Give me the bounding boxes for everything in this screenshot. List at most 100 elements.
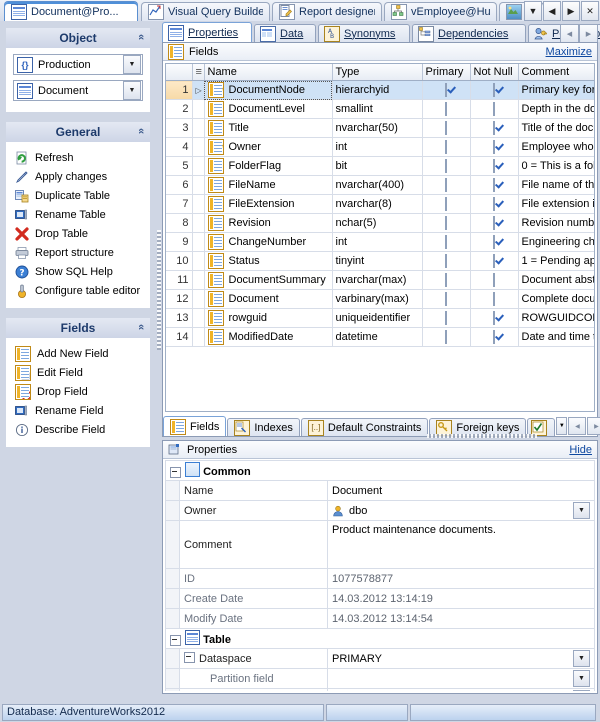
row-indicator[interactable] [192, 156, 205, 176]
primary-checkbox[interactable] [445, 292, 447, 306]
cell-primary[interactable] [422, 156, 471, 176]
col-type[interactable]: Type [332, 64, 423, 81]
expand-toggle-icon[interactable] [184, 652, 195, 663]
sidebar-item-configure-table-editor[interactable]: Configure table editor [11, 281, 145, 300]
cell-primary[interactable] [422, 118, 471, 138]
property-value[interactable]: dbo ▼ [327, 500, 595, 521]
cell-type[interactable]: tinyint [332, 251, 423, 271]
property-value[interactable]: ▼ [327, 668, 595, 689]
notnull-checkbox[interactable] [493, 121, 495, 135]
table-row[interactable]: 14 ModifiedDate datetime Date and time the [166, 327, 594, 347]
primary-checkbox[interactable] [445, 330, 447, 344]
notnull-checkbox[interactable] [493, 159, 495, 173]
cell-name[interactable]: Status [204, 251, 333, 271]
notnull-checkbox[interactable] [493, 273, 495, 287]
sidebar-item-rename-field[interactable]: Rename Field [11, 401, 145, 420]
cell-type[interactable]: nvarchar(400) [332, 175, 423, 195]
collapse-toggle-icon[interactable] [170, 466, 181, 478]
chevron-up-icon[interactable]: « [135, 324, 147, 330]
property-row[interactable]: Name Document [165, 480, 595, 501]
property-value[interactable]: 1077578877 [327, 568, 595, 589]
row-indicator[interactable] [192, 213, 205, 233]
cell-notnull[interactable] [470, 194, 519, 214]
row-indicator[interactable] [192, 308, 205, 328]
sidebar-item-describe-field[interactable]: Describe Field [11, 420, 145, 439]
property-row[interactable]: Create Date 14.03.2012 13:14:19 [165, 588, 595, 609]
notnull-checkbox[interactable] [493, 178, 495, 192]
collapse-toggle-icon[interactable] [170, 634, 181, 646]
property-value[interactable]: PRIMARY ▼ [327, 648, 595, 669]
property-row[interactable]: Comment Product maintenance documents. [165, 520, 595, 569]
cell-type[interactable]: varbinary(max) [332, 289, 423, 309]
property-value[interactable]: 14.03.2012 13:14:19 [327, 588, 595, 609]
property-group[interactable]: Table [165, 628, 595, 649]
property-row[interactable]: Modify Date 14.03.2012 13:14:54 [165, 608, 595, 629]
cell-name[interactable]: FileExtension [204, 194, 333, 214]
cell-name[interactable]: Title [204, 118, 333, 138]
cell-notnull[interactable] [470, 232, 519, 252]
tab-properties[interactable]: Properties [162, 22, 252, 42]
cell-name[interactable]: Document [204, 289, 333, 309]
table-row[interactable]: 6 FileName nvarchar(400) File name of the d [166, 175, 594, 195]
property-row[interactable]: Owner dbo ▼ [165, 500, 595, 521]
row-indicator[interactable] [192, 99, 205, 119]
primary-checkbox[interactable] [445, 140, 447, 154]
cell-type[interactable]: smallint [332, 99, 423, 119]
cell-comment[interactable]: Title of the docum [518, 118, 594, 138]
hide-link[interactable]: Hide [569, 444, 592, 456]
primary-checkbox[interactable] [445, 197, 447, 211]
schema-select[interactable]: {} Production ▼ [13, 54, 143, 75]
chevron-down-icon[interactable]: ▼ [573, 690, 590, 691]
table-row[interactable]: 4 Owner int Employee who cor [166, 137, 594, 157]
panel-tab-next[interactable]: ▶ [579, 24, 598, 43]
cell-comment[interactable]: File extension indi [518, 194, 594, 214]
chevron-down-icon[interactable]: ▼ [123, 81, 141, 100]
col-notnull[interactable]: Not Null [470, 64, 519, 81]
row-indicator[interactable] [192, 289, 205, 309]
cell-name[interactable]: DocumentSummary [204, 270, 333, 290]
row-indicator[interactable] [192, 118, 205, 138]
cell-comment[interactable]: Employee who cor [518, 137, 594, 157]
cell-name[interactable]: rowguid [204, 308, 333, 328]
cell-type[interactable]: nvarchar(8) [332, 194, 423, 214]
tab-synonyms[interactable]: AB Synonyms [318, 24, 410, 42]
cell-type[interactable]: datetime [332, 327, 423, 347]
notnull-checkbox[interactable] [493, 83, 495, 97]
cell-primary[interactable] [422, 308, 471, 328]
notnull-checkbox[interactable] [493, 102, 495, 116]
cell-type[interactable]: hierarchyid [332, 80, 423, 100]
notnull-checkbox[interactable] [493, 216, 495, 230]
cell-comment[interactable]: ROWGUIDCOL nu [518, 308, 594, 328]
table-row[interactable]: 7 FileExtension nvarchar(8) File extension … [166, 194, 594, 214]
cell-notnull[interactable] [470, 156, 519, 176]
sidebar-item-show-sql-help[interactable]: ? Show SQL Help [11, 262, 145, 281]
cell-primary[interactable] [422, 270, 471, 290]
table-row[interactable]: 5 FolderFlag bit 0 = This is a folder [166, 156, 594, 176]
primary-checkbox[interactable] [445, 102, 447, 116]
table-row[interactable]: 1 ▷ DocumentNode hierarchyid Primary key for… [166, 80, 594, 100]
col-comment[interactable]: Comment [518, 64, 594, 81]
sidebar-item-edit-field[interactable]: Edit Field [11, 363, 145, 382]
bottom-tab-next[interactable]: ▶ [587, 417, 600, 435]
row-indicator[interactable] [192, 251, 205, 271]
cell-comment[interactable]: Primary key for Do [518, 80, 594, 100]
window-tab-document[interactable]: Document@Pro... [4, 1, 138, 21]
cell-primary[interactable] [422, 213, 471, 233]
property-group[interactable]: Common [165, 460, 595, 481]
property-group-header[interactable]: Common [165, 460, 595, 481]
subtab-fields[interactable]: Fields [163, 416, 227, 436]
cell-name[interactable]: Revision [204, 213, 333, 233]
notnull-checkbox[interactable] [493, 140, 495, 154]
cell-primary[interactable] [422, 327, 471, 347]
chevron-up-icon[interactable]: « [135, 128, 147, 134]
notnull-checkbox[interactable] [493, 235, 495, 249]
cell-comment[interactable]: 1 = Pending appro [518, 251, 594, 271]
property-value[interactable]: ▼ [327, 688, 595, 691]
row-indicator[interactable] [192, 175, 205, 195]
row-indicator[interactable] [192, 327, 205, 347]
notnull-checkbox[interactable] [493, 330, 495, 344]
cell-primary[interactable] [422, 251, 471, 271]
cell-notnull[interactable] [470, 99, 519, 119]
table-row[interactable]: 10 Status tinyint 1 = Pending appro [166, 251, 594, 271]
cell-name[interactable]: Owner [204, 137, 333, 157]
